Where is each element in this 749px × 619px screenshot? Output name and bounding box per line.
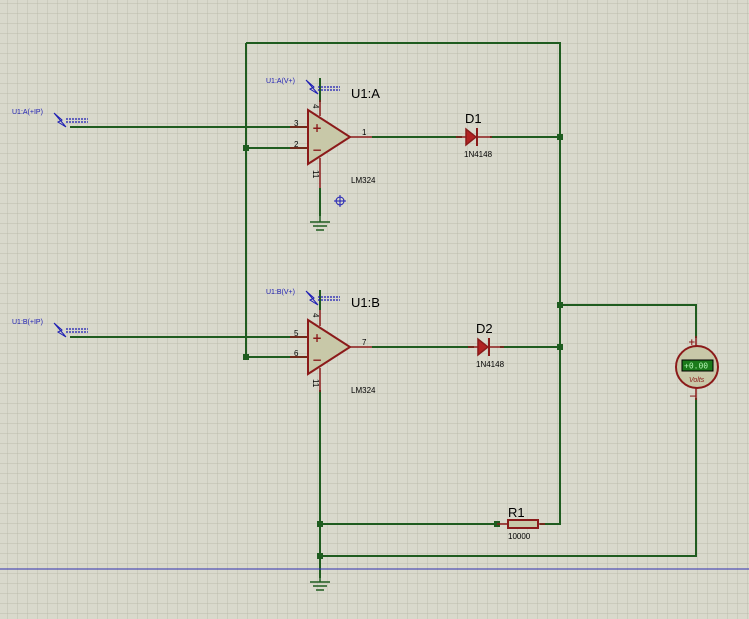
component-ref: U1:B: [351, 295, 380, 310]
pin-number: 11: [311, 379, 320, 388]
component-ref: D2: [476, 321, 493, 336]
pin-number: 5: [294, 329, 299, 338]
junction-dot: [243, 354, 249, 360]
component-part: 1N4148: [476, 360, 505, 369]
voltmeter-reading: +0.00: [684, 362, 708, 371]
pin-number: 4: [311, 104, 320, 109]
minus-sign: −: [312, 143, 322, 157]
component-part: LM324: [351, 386, 376, 395]
minus-sign: −: [312, 353, 322, 367]
component-ref: U1:A: [351, 86, 380, 101]
pin-number: 11: [311, 170, 320, 179]
plus-sign: +: [312, 331, 322, 345]
terminal-label: U1:B(V+): [266, 289, 295, 296]
component-part: 1N4148: [464, 150, 493, 159]
terminal-label: U1:A(V+): [266, 78, 295, 85]
component-ref: D1: [465, 111, 482, 126]
terminal-label: U1:A(+IP): [12, 109, 43, 116]
voltmeter-units: Volts: [689, 377, 705, 384]
junction-dot: [317, 521, 323, 527]
component-part: LM324: [351, 176, 376, 185]
terminal-label: U1:B(+IP): [12, 319, 43, 326]
schematic-canvas[interactable]: U1:A(+IP) U1:B(+IP) U1:A(V+) U1:B(V+) + …: [0, 0, 749, 619]
pin-number: 1: [362, 128, 367, 137]
pin-number: 2: [294, 140, 299, 149]
resistor-icon: [507, 519, 539, 529]
pin-number: 4: [311, 313, 320, 318]
component-ref: R1: [508, 505, 525, 520]
junction-dot: [557, 134, 563, 140]
component-value: 10000: [508, 532, 531, 541]
plus-sign: +: [312, 121, 322, 135]
pin-number: 7: [362, 338, 367, 347]
plus-sign: +: [688, 338, 696, 348]
pin-number: 3: [294, 119, 299, 128]
junction-dot: [317, 553, 323, 559]
junction-dot: [243, 145, 249, 151]
junction-dot: [557, 302, 563, 308]
junction-dot: [557, 344, 563, 350]
minus-sign: −: [689, 392, 697, 402]
pin-number: 6: [294, 349, 299, 358]
